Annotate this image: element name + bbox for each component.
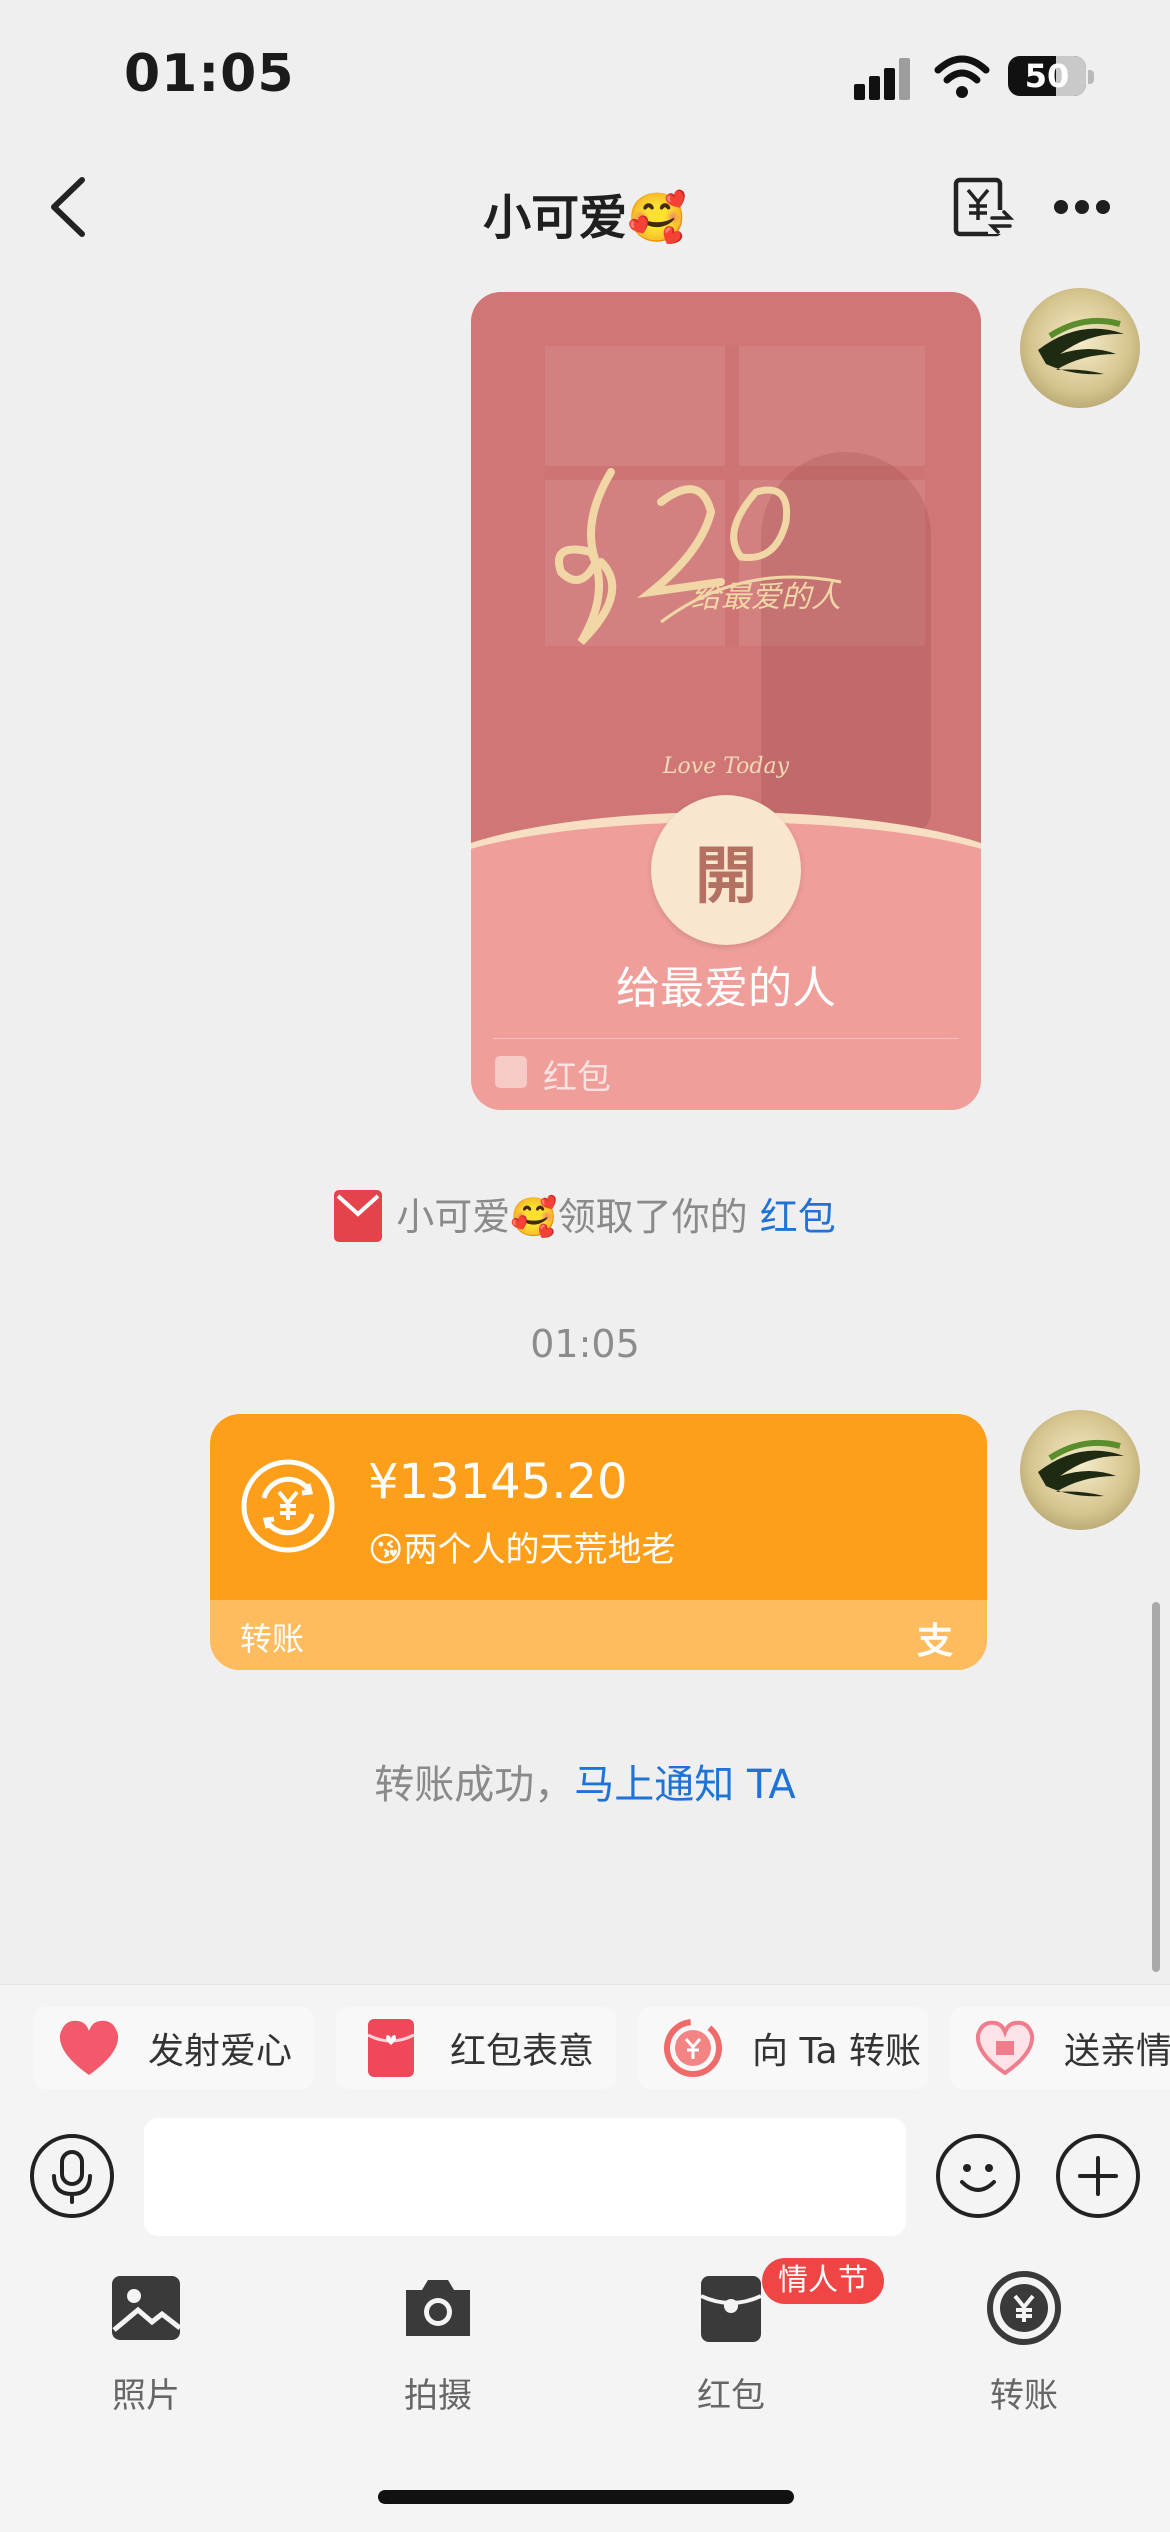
love-today-text: Love Today — [662, 754, 790, 779]
transfer-yuan-icon — [241, 1459, 335, 1553]
transfer-icon — [658, 2013, 728, 2083]
notice-text: 小可爱🥰领取了你的 — [396, 1195, 760, 1239]
toolbar-label: 转账 — [990, 2376, 1058, 2416]
transfer-success-text: 转账成功， — [374, 1762, 575, 1808]
quick-action-send-heart[interactable]: 发射爱心 — [34, 2007, 314, 2089]
520-calligraphy: 给最爱的人 — [555, 468, 842, 645]
message-input[interactable] — [144, 2118, 906, 2236]
transfer-note: 😘两个人的天荒地老 — [368, 1530, 676, 1570]
calligraphy-subtitle: 给最爱的人 — [691, 580, 841, 615]
red-envelope-small-icon — [495, 1056, 527, 1088]
red-packet-icon — [700, 2276, 762, 2342]
red-envelope-icon — [334, 1190, 383, 1242]
chip-label: 送亲情 — [1064, 2031, 1170, 2072]
valentines-tag-badge: 情人节 — [762, 2258, 884, 2304]
smiley-icon — [960, 2164, 996, 2192]
chip-label: 向 Ta 转账 — [752, 2031, 921, 2072]
red-envelope-icon — [356, 2013, 426, 2083]
battery-tip — [1088, 70, 1094, 84]
alipay-logo-icon: 支 — [916, 1621, 953, 1662]
quick-action-red-packet[interactable]: 红包表意 — [336, 2007, 616, 2089]
red-packet-card[interactable]: 给最爱的人 Love Today 開 给最爱的人 红包 — [471, 292, 981, 1110]
plus-icon — [1078, 2156, 1118, 2196]
currency-exchange-icon[interactable] — [952, 176, 1014, 238]
packet-title: 给最爱的人 — [616, 963, 836, 1014]
emoji-button[interactable] — [936, 2134, 1020, 2218]
more-options-icon[interactable] — [1054, 198, 1110, 216]
quick-action-gift[interactable]: 送亲情 — [950, 2007, 1170, 2089]
chat-scrollbar[interactable] — [1152, 1602, 1160, 1972]
packet-footer-label: 红包 — [543, 1058, 611, 1098]
quick-action-transfer[interactable]: 向 Ta 转账 — [638, 2007, 928, 2089]
wifi-icon — [934, 55, 990, 98]
message-timestamp: 01:05 — [530, 1322, 640, 1366]
packet-cover: 给最爱的人 Love Today — [471, 292, 981, 862]
avatar-logo-icon — [1038, 1439, 1124, 1497]
notice-link[interactable]: 红包 — [760, 1195, 836, 1239]
transfer-card[interactable]: ¥13145.20 😘两个人的天荒地老 转账 支 — [210, 1414, 987, 1670]
microphone-icon — [52, 2150, 92, 2204]
battery-icon: 50 — [1008, 56, 1086, 96]
packet-divider — [493, 1038, 959, 1039]
transfer-footer: 转账 支 — [210, 1600, 987, 1670]
gift-heart-icon — [970, 2013, 1040, 2083]
toolbar-label: 照片 — [112, 2376, 180, 2416]
heart-icon — [54, 2013, 124, 2083]
toolbar-label: 拍摄 — [404, 2376, 472, 2416]
home-indicator — [378, 2490, 794, 2504]
status-time: 01:05 — [124, 44, 295, 104]
my-avatar[interactable] — [1020, 1410, 1140, 1530]
quick-actions-bar: 发射爱心 红包表意 向 Ta 转账 送亲情 — [0, 1984, 1170, 2107]
notify-link[interactable]: 马上通知 TA — [574, 1762, 795, 1808]
photo-icon — [112, 2276, 182, 2340]
transfer-icon — [987, 2271, 1061, 2345]
toolbar-photo[interactable]: 照片 — [66, 2270, 226, 2417]
transfer-amount: ¥13145.20 — [368, 1454, 628, 1510]
transfer-success-notice: 转账成功，马上通知 TA — [0, 1752, 1170, 1810]
chip-label: 发射爱心 — [148, 2031, 293, 2072]
packet-received-notice: 小可爱🥰领取了你的 红包 — [0, 1186, 1170, 1242]
open-packet-button[interactable]: 開 — [651, 795, 801, 945]
toolbar-label: 红包 — [697, 2376, 765, 2416]
voice-input-button[interactable] — [30, 2134, 114, 2218]
toolbar-camera[interactable]: 拍摄 — [358, 2270, 518, 2417]
camera-icon — [406, 2280, 470, 2336]
toolbar-transfer[interactable]: 转账 — [944, 2270, 1104, 2417]
battery-level: 50 — [1024, 57, 1070, 95]
my-avatar[interactable] — [1020, 288, 1140, 408]
cellular-signal-icon — [854, 58, 912, 100]
transfer-footer-label: 转账 — [240, 1620, 305, 1658]
more-functions-button[interactable] — [1056, 2134, 1140, 2218]
avatar-logo-icon — [1038, 317, 1124, 375]
chip-label: 红包表意 — [450, 2031, 595, 2072]
